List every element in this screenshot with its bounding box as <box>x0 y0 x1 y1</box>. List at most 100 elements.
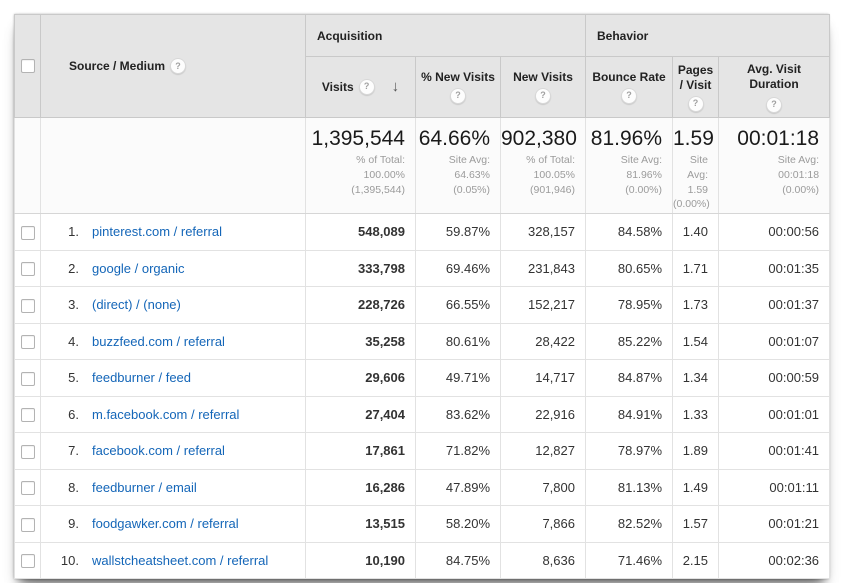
source-medium-link[interactable]: buzzfeed.com / referral <box>92 334 225 349</box>
row-number: 8. <box>51 480 79 495</box>
visits-value: 16,286 <box>306 469 416 506</box>
row-number: 2. <box>51 261 79 276</box>
row-checkbox[interactable] <box>21 408 35 422</box>
bounce-rate-value: 84.58% <box>586 214 673 251</box>
row-checkbox[interactable] <box>21 445 35 459</box>
column-header-source-medium[interactable]: Source / Medium ? <box>41 15 306 118</box>
pages-visit-value: 1.73 <box>673 287 719 324</box>
avg-visit-duration-value: 00:01:01 <box>719 396 830 433</box>
pct-new-visits-value: 84.75% <box>416 542 501 579</box>
row-checkbox[interactable] <box>21 518 35 532</box>
pages-visit-value: 2.15 <box>673 542 719 579</box>
row-checkbox[interactable] <box>21 226 35 240</box>
pct-new-visits-value: 80.61% <box>416 323 501 360</box>
row-number: 6. <box>51 407 79 422</box>
visits-value: 13,515 <box>306 506 416 543</box>
source-medium-link[interactable]: pinterest.com / referral <box>92 224 222 239</box>
select-all-checkbox[interactable] <box>21 59 35 73</box>
row-number: 5. <box>51 370 79 385</box>
new-visits-value: 231,843 <box>501 250 586 287</box>
visits-value: 333,798 <box>306 250 416 287</box>
source-medium-link[interactable]: facebook.com / referral <box>92 443 225 458</box>
bounce-rate-value: 84.91% <box>586 396 673 433</box>
source-medium-link[interactable]: feedburner / email <box>92 480 197 495</box>
source-medium-label: Source / Medium <box>69 59 165 73</box>
screenshot-stage: Source / Medium ? Acquisition Behavior <box>0 0 843 583</box>
pages-visit-value: 1.49 <box>673 469 719 506</box>
help-icon[interactable]: ? <box>688 96 704 112</box>
row-checkbox[interactable] <box>21 335 35 349</box>
bounce-rate-value: 80.65% <box>586 250 673 287</box>
help-icon[interactable]: ? <box>450 88 466 104</box>
visits-value: 10,190 <box>306 542 416 579</box>
avg-visit-duration-value: 00:00:56 <box>719 214 830 251</box>
new-visits-value: 328,157 <box>501 214 586 251</box>
row-checkbox[interactable] <box>21 481 35 495</box>
pct-new-visits-value: 66.55% <box>416 287 501 324</box>
new-visits-value: 7,800 <box>501 469 586 506</box>
source-medium-link[interactable]: feedburner / feed <box>92 370 191 385</box>
row-checkbox[interactable] <box>21 554 35 568</box>
pct-new-visits-value: 69.46% <box>416 250 501 287</box>
avg-visit-duration-value: 00:01:37 <box>719 287 830 324</box>
bounce-rate-value: 85.22% <box>586 323 673 360</box>
help-icon[interactable]: ? <box>535 88 551 104</box>
pct-new-visits-value: 59.87% <box>416 214 501 251</box>
source-medium-link[interactable]: (direct) / (none) <box>92 297 181 312</box>
source-medium-link[interactable]: foodgawker.com / referral <box>92 516 239 531</box>
pct-new-visits-value: 83.62% <box>416 396 501 433</box>
row-checkbox[interactable] <box>21 299 35 313</box>
table-row: 6.m.facebook.com / referral 27,404 83.62… <box>15 396 830 433</box>
pages-visit-value: 1.34 <box>673 360 719 397</box>
column-header-new-visits[interactable]: New Visits ? <box>501 57 586 118</box>
column-header-pct-new-visits[interactable]: % New Visits ? <box>416 57 501 118</box>
source-medium-link[interactable]: google / organic <box>92 261 185 276</box>
pages-visit-value: 1.33 <box>673 396 719 433</box>
help-icon[interactable]: ? <box>170 58 186 74</box>
avg-visit-duration-value: 00:01:41 <box>719 433 830 470</box>
visits-value: 29,606 <box>306 360 416 397</box>
group-header-acquisition: Acquisition <box>306 15 586 57</box>
help-icon[interactable]: ? <box>359 79 375 95</box>
new-visits-value: 28,422 <box>501 323 586 360</box>
pct-new-visits-value: 58.20% <box>416 506 501 543</box>
sort-descending-icon[interactable]: ↓ <box>392 78 400 97</box>
avg-visit-duration-value: 00:01:35 <box>719 250 830 287</box>
avg-visit-duration-value: 00:01:07 <box>719 323 830 360</box>
table-row: 1. pinterest.com / referral 548,089 59.87… <box>15 214 830 251</box>
summary-avg-visit-duration: 00:01:18 Site Avg: 00:01:18 (0.00%) <box>719 118 830 214</box>
bounce-rate-value: 71.46% <box>586 542 673 579</box>
new-visits-value: 152,217 <box>501 287 586 324</box>
visits-value: 17,861 <box>306 433 416 470</box>
row-checkbox[interactable] <box>21 372 35 386</box>
visits-value: 35,258 <box>306 323 416 360</box>
row-checkbox[interactable] <box>21 262 35 276</box>
visits-value: 228,726 <box>306 287 416 324</box>
pages-visit-value: 1.54 <box>673 323 719 360</box>
pages-visit-value: 1.40 <box>673 214 719 251</box>
column-header-visits[interactable]: Visits ? ↓ <box>306 57 416 118</box>
help-icon[interactable]: ? <box>766 97 782 113</box>
summary-row: 1,395,544 % of Total: 100.00% (1,395,544… <box>15 118 830 214</box>
column-header-pages-visit[interactable]: Pages / Visit ? <box>673 57 719 118</box>
table-row: 2. google / organic 333,798 69.46% 231,84… <box>15 250 830 287</box>
avg-visit-duration-value: 00:01:21 <box>719 506 830 543</box>
summary-bounce-rate: 81.96% Site Avg: 81.96% (0.00%) <box>586 118 673 214</box>
pct-new-visits-value: 49.71% <box>416 360 501 397</box>
source-medium-link[interactable]: m.facebook.com / referral <box>92 407 239 422</box>
analytics-data-table: Source / Medium ? Acquisition Behavior <box>14 14 829 579</box>
help-icon[interactable]: ? <box>621 88 637 104</box>
row-number: 4. <box>51 334 79 349</box>
pct-new-visits-value: 71.82% <box>416 433 501 470</box>
pages-visit-value: 1.71 <box>673 250 719 287</box>
column-header-avg-visit-duration[interactable]: Avg. Visit Duration ? <box>719 57 830 118</box>
table-row: 10.wallstcheatsheet.com / referral 10,19… <box>15 542 830 579</box>
bounce-rate-value: 81.13% <box>586 469 673 506</box>
summary-pages-visit: 1.59 Site Avg: 1.59 (0.00%) <box>673 118 719 214</box>
summary-pct-new-visits: 64.66% Site Avg: 64.63% (0.05%) <box>416 118 501 214</box>
column-header-bounce-rate[interactable]: Bounce Rate ? <box>586 57 673 118</box>
row-number: 1. <box>51 224 79 239</box>
summary-visits: 1,395,544 % of Total: 100.00% (1,395,544… <box>306 118 416 214</box>
source-medium-link[interactable]: wallstcheatsheet.com / referral <box>92 553 268 568</box>
visits-value: 548,089 <box>306 214 416 251</box>
